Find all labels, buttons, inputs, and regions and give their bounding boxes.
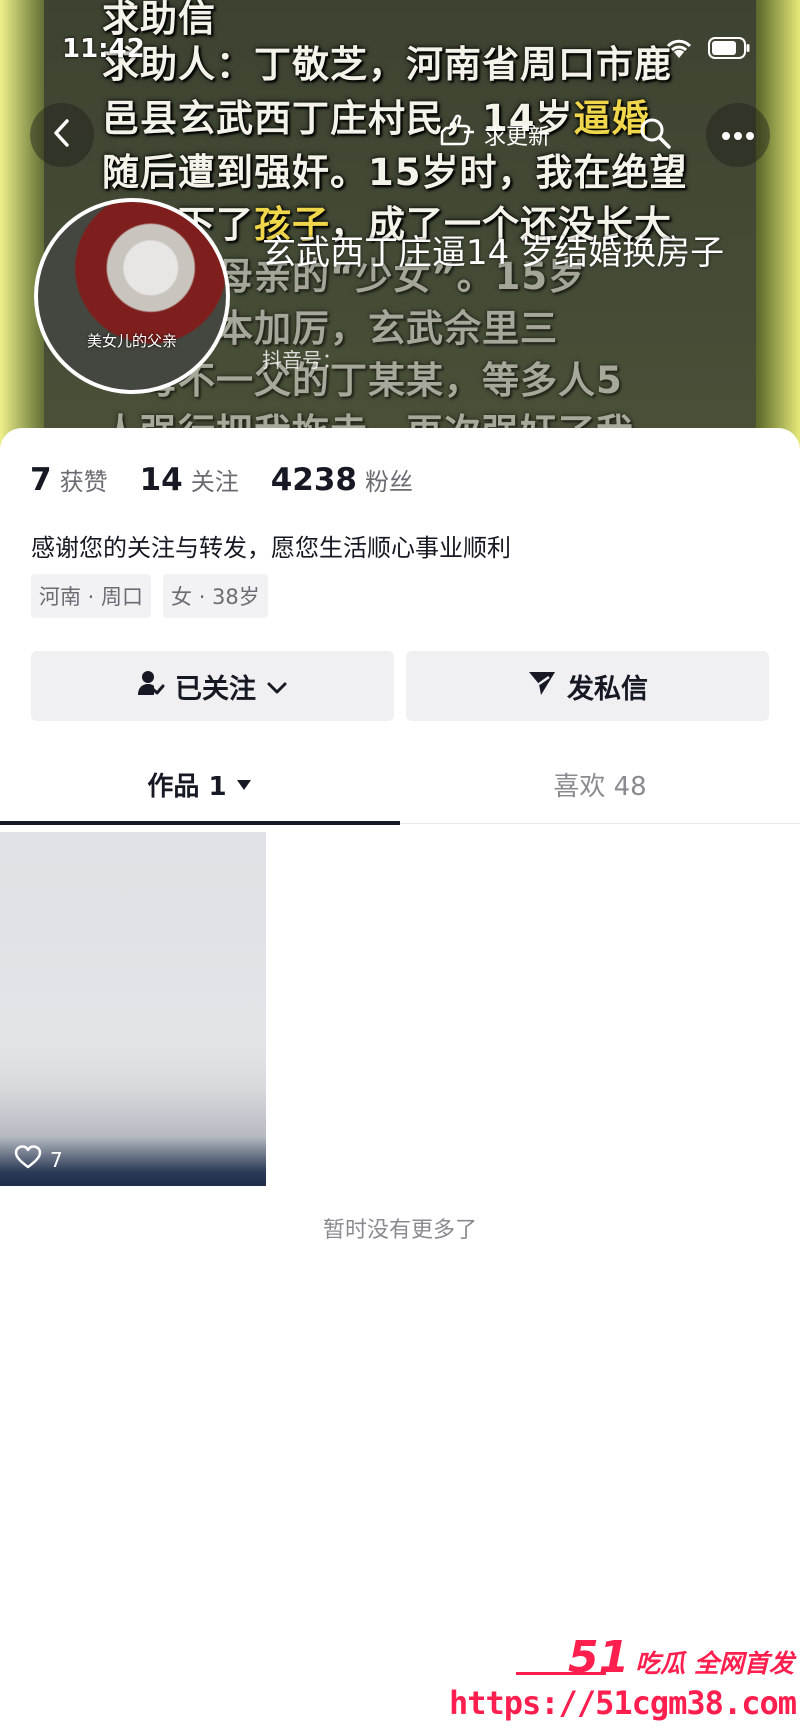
chevron-down-icon (266, 671, 288, 702)
profile-stats: 7 获赞 14 关注 4238 粉丝 (30, 462, 413, 498)
tab-likes[interactable]: 喜欢 48 (400, 744, 800, 824)
avatar[interactable]: 美女儿的父亲 (34, 198, 230, 394)
no-more-text: 暂时没有更多了 (322, 1218, 477, 1243)
video-likes-count: 7 (50, 1147, 63, 1172)
profile-cover: 求助信 求助人：丁敬芝，河南省周口市鹿 邑县玄武西丁庄村民，14岁逼婚 随后遭到… (0, 0, 800, 470)
chevron-left-icon (49, 118, 75, 152)
search-button[interactable] (620, 103, 690, 167)
watermark-brand-text: 吃瓜 全网首发 (635, 1649, 794, 1678)
battery-icon (708, 37, 750, 59)
profile-tabs: 作品 1 喜欢 48 (0, 744, 800, 825)
wifi-icon (664, 36, 694, 60)
request-update-label: 求更新 (484, 125, 551, 150)
following-button[interactable]: 已关注 (31, 651, 394, 721)
stat-following[interactable]: 14 关注 (140, 462, 239, 498)
watermark-url: https://51cgm38.com (448, 1684, 797, 1722)
video-thumbnail[interactable]: 7 (0, 832, 266, 1186)
status-time: 11:42 (62, 34, 145, 64)
tab-likes-label: 喜欢 48 (553, 771, 647, 802)
heart-icon (14, 1145, 42, 1174)
profile-bio: 感谢您的关注与转发，愿您生活顺心事业顺利 (31, 534, 511, 562)
cover-text-line: 求助人：丁敬芝，河南省周口市鹿 (102, 43, 672, 86)
search-icon (638, 116, 672, 154)
stat-followers-label: 粉丝 (365, 468, 413, 496)
user-check-icon (137, 669, 165, 704)
profile-sheet: 7 获赞 14 关注 4238 粉丝 感谢您的关注与转发，愿您生活顺心事业顺利 … (0, 428, 800, 1733)
following-label: 已关注 (175, 673, 256, 705)
stat-following-count: 14 (139, 462, 183, 498)
stat-likes[interactable]: 7 获赞 (30, 462, 108, 498)
message-button[interactable]: 发私信 (406, 651, 769, 721)
profile-name: 玄武西丁庄逼14 岁结婚换房子 (262, 233, 725, 273)
message-label: 发私信 (567, 673, 648, 705)
tab-indicator (0, 821, 400, 825)
watermark-brand-number: 51 (568, 1632, 630, 1683)
profile-actions: 已关注 发私信 (31, 651, 769, 721)
stat-followers-count: 4238 (270, 462, 357, 498)
profile-tags: 河南 · 周口 女 · 38岁 (31, 574, 268, 618)
video-likes: 7 (14, 1145, 63, 1174)
watermark-brand: 51 吃瓜 全网首发 (568, 1632, 794, 1683)
stat-followers[interactable]: 4238 粉丝 (271, 462, 413, 498)
avatar-caption: 美女儿的父亲 (86, 332, 177, 350)
back-button[interactable] (30, 103, 94, 167)
cover-text-line: 邑县玄武西丁庄村民，14岁逼婚 (102, 88, 650, 142)
pointing-hand-icon (436, 112, 476, 158)
cover-text-line: 随后遭到强奸。15岁时，我在绝望 (102, 151, 688, 194)
send-icon (527, 669, 557, 704)
stat-following-label: 关注 (190, 468, 239, 496)
douyin-id-label: 抖音号： (262, 348, 342, 372)
tab-works-label: 作品 1 (147, 771, 227, 802)
caret-down-icon (235, 769, 253, 799)
gender-age-tag: 女 · 38岁 (163, 574, 268, 618)
status-icons (664, 36, 750, 60)
more-button[interactable] (706, 103, 770, 167)
stat-likes-label: 获赞 (59, 468, 108, 496)
more-icon (721, 126, 755, 145)
request-update-button[interactable]: 求更新 (436, 110, 550, 160)
location-tag: 河南 · 周口 (31, 574, 152, 618)
stat-likes-count: 7 (30, 462, 52, 498)
tab-works[interactable]: 作品 1 (0, 744, 400, 824)
